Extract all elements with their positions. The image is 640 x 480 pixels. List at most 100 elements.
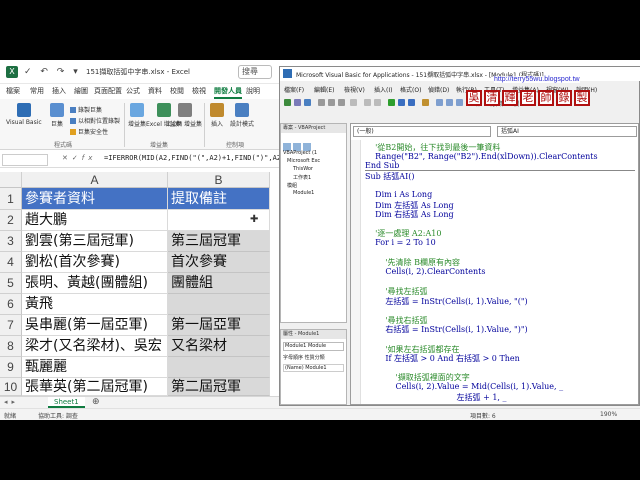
code-line[interactable]: If 左括弧 > 0 And 右括弧 > 0 Then xyxy=(365,353,519,364)
cell-a1[interactable]: 參賽者資料 xyxy=(22,188,168,210)
sheet-nav-arrows[interactable]: ◂▸ xyxy=(4,398,19,406)
formula-input[interactable]: =IFERROR(MID(A2,FIND("(",A2)+1,FIND(")",… xyxy=(104,154,280,162)
status-accessibility[interactable]: 協助工具: 調查 xyxy=(38,411,78,420)
menu-edit[interactable]: 編輯(E) xyxy=(314,85,334,94)
tab-data[interactable]: 資料 xyxy=(148,86,162,96)
fx-icon[interactable]: ✕✓fx xyxy=(62,154,96,162)
insert-module-icon[interactable] xyxy=(294,99,301,106)
cell-a2[interactable]: 趙大鵬 xyxy=(22,210,168,231)
cell-b4[interactable]: 首次參賽 xyxy=(168,252,270,273)
tab-formulas[interactable]: 公式 xyxy=(126,86,140,96)
code-line[interactable]: Dim 右括弧 As Long xyxy=(365,209,453,220)
object-combo[interactable]: (一般) xyxy=(353,126,491,137)
cell-a9[interactable]: 甄麗麗 xyxy=(22,357,168,378)
tab-page-layout[interactable]: 頁面配置 xyxy=(94,86,122,96)
cell-a5[interactable]: 張明、黃越(團體組) xyxy=(22,273,168,294)
record-macro-button[interactable]: 錄製巨集 xyxy=(70,105,102,114)
name-box[interactable] xyxy=(2,154,48,166)
tree-module1[interactable]: Module1 xyxy=(293,190,314,196)
insert-control-button[interactable]: 插入 xyxy=(210,103,224,128)
code-line[interactable]: Dim i As Long xyxy=(365,190,432,199)
com-addins-button[interactable]: COM 增益集 xyxy=(168,103,202,128)
tab-home[interactable]: 常用 xyxy=(30,86,44,96)
cut-icon[interactable] xyxy=(318,99,325,106)
properties-tabs[interactable]: 字母順序 性質分類 xyxy=(283,354,325,361)
tree-modules[interactable]: 模組 xyxy=(287,182,297,189)
design-mode-icon[interactable] xyxy=(422,99,429,106)
code-line[interactable]: For i = 2 To 10 xyxy=(365,238,436,247)
code-line[interactable]: 左括弧 + 1, _ xyxy=(365,392,507,403)
worksheet-grid[interactable]: A B 1 參賽者資料 提取備註 2 趙大鵬 ✚ 3 劉雲(第三屆冠軍) 第三屆… xyxy=(0,168,280,396)
tab-view[interactable]: 檢視 xyxy=(192,86,206,96)
break-icon[interactable] xyxy=(398,99,405,106)
design-mode-button[interactable]: 設計模式 xyxy=(230,103,254,128)
sheet-tab-sheet1[interactable]: Sheet1 xyxy=(48,397,85,408)
paste-icon[interactable] xyxy=(338,99,345,106)
find-icon[interactable] xyxy=(350,99,357,106)
row-header[interactable]: 8 xyxy=(0,336,22,357)
macros-button[interactable]: 巨集 xyxy=(50,103,64,128)
menu-format[interactable]: 格式(O) xyxy=(400,85,421,94)
copy-icon[interactable] xyxy=(328,99,335,106)
row-header[interactable]: 4 xyxy=(0,252,22,273)
menu-view[interactable]: 檢視(V) xyxy=(344,85,365,94)
menu-debug[interactable]: 偵錯(D) xyxy=(428,85,449,94)
cell-b8[interactable]: 又名梁材 xyxy=(168,336,270,357)
cell-b6[interactable] xyxy=(168,294,270,315)
tab-draw[interactable]: 繪圖 xyxy=(74,86,88,96)
cell-a7[interactable]: 吳串麗(第一屆亞軍) xyxy=(22,315,168,336)
redo-icon[interactable] xyxy=(374,99,381,106)
run-icon[interactable] xyxy=(388,99,395,106)
code-line[interactable]: Cells(i, 2).Value = Mid(Cells(i, 1).Valu… xyxy=(365,382,564,391)
cell-b1[interactable]: 提取備註 xyxy=(168,188,270,210)
search-box[interactable]: 搜尋 xyxy=(238,65,272,79)
row-header[interactable]: 6 xyxy=(0,294,22,315)
tree-vbaproject[interactable]: VBAProject (1 xyxy=(283,150,317,156)
cell-b3[interactable]: 第三屆冠軍 xyxy=(168,231,270,252)
tab-file[interactable]: 檔案 xyxy=(6,86,20,96)
code-window[interactable]: (一般) 括弧AI '從B2開始，往下找到最後一筆資料 Range("B2", … xyxy=(350,123,639,405)
tab-developer[interactable]: 開發人員 xyxy=(214,86,242,99)
visual-basic-button[interactable]: Visual Basic xyxy=(6,103,42,126)
properties-object-select[interactable]: Module1 Module xyxy=(283,342,344,351)
menu-insert[interactable]: 插入(I) xyxy=(374,85,392,94)
cell-a8[interactable]: 梁才(又名梁材)、吳宏 xyxy=(22,336,168,357)
zoom-level[interactable]: 190% xyxy=(600,411,617,418)
row-header[interactable]: 9 xyxy=(0,357,22,378)
property-name-row[interactable]: (Name) Module1 xyxy=(283,364,344,372)
save-icon[interactable] xyxy=(304,99,311,106)
code-line[interactable]: 右括弧 = InStr(Cells(i, 1).Value, ")") xyxy=(365,324,527,335)
tree-thisworkbook[interactable]: ThisWor xyxy=(293,166,313,172)
tab-insert[interactable]: 插入 xyxy=(52,86,66,96)
tab-help[interactable]: 說明 xyxy=(246,86,260,96)
cell-a3[interactable]: 劉雲(第三屆冠軍) xyxy=(22,231,168,252)
row-header[interactable]: 3 xyxy=(0,231,22,252)
macro-security-button[interactable]: 巨集安全性 xyxy=(70,127,108,136)
reset-icon[interactable] xyxy=(408,99,415,106)
tab-review[interactable]: 校閱 xyxy=(170,86,184,96)
row-header[interactable]: 5 xyxy=(0,273,22,294)
relative-reference-button[interactable]: 以相對位置錄製 xyxy=(70,116,120,125)
project-explorer-icon[interactable] xyxy=(436,99,443,106)
cell-a6[interactable]: 黃飛 xyxy=(22,294,168,315)
cell-a10[interactable]: 張華英(第二屆冠軍) xyxy=(22,378,168,396)
code-line[interactable]: Sub 括弧AI() xyxy=(365,171,414,182)
row-header[interactable]: 1 xyxy=(0,188,22,210)
cell-a4[interactable]: 劉松(首次參賽) xyxy=(22,252,168,273)
addins-button[interactable]: 增益集 xyxy=(128,103,146,128)
code-line[interactable]: Range("B2", Range("B2").End(xlDown)).Cle… xyxy=(365,152,597,161)
undo-icon[interactable] xyxy=(364,99,371,106)
row-header[interactable]: 2 xyxy=(0,210,22,231)
quick-access-toolbar[interactable]: ✓ ↶ ↷ ▾ xyxy=(24,67,81,77)
object-browser-icon[interactable] xyxy=(456,99,463,106)
code-margin[interactable] xyxy=(351,140,361,404)
code-line[interactable]: End Sub xyxy=(365,161,399,170)
tree-sheet1[interactable]: 工作表1 xyxy=(293,174,311,181)
tree-excel-objects[interactable]: Microsoft Exc xyxy=(287,158,320,164)
code-line[interactable]: Cells(i, 2).ClearContents xyxy=(365,267,485,276)
column-header-a[interactable]: A xyxy=(22,172,168,188)
select-all-corner[interactable] xyxy=(0,172,22,188)
row-header[interactable]: 7 xyxy=(0,315,22,336)
excel-view-icon[interactable] xyxy=(284,99,291,106)
row-header[interactable]: 10 xyxy=(0,378,22,396)
